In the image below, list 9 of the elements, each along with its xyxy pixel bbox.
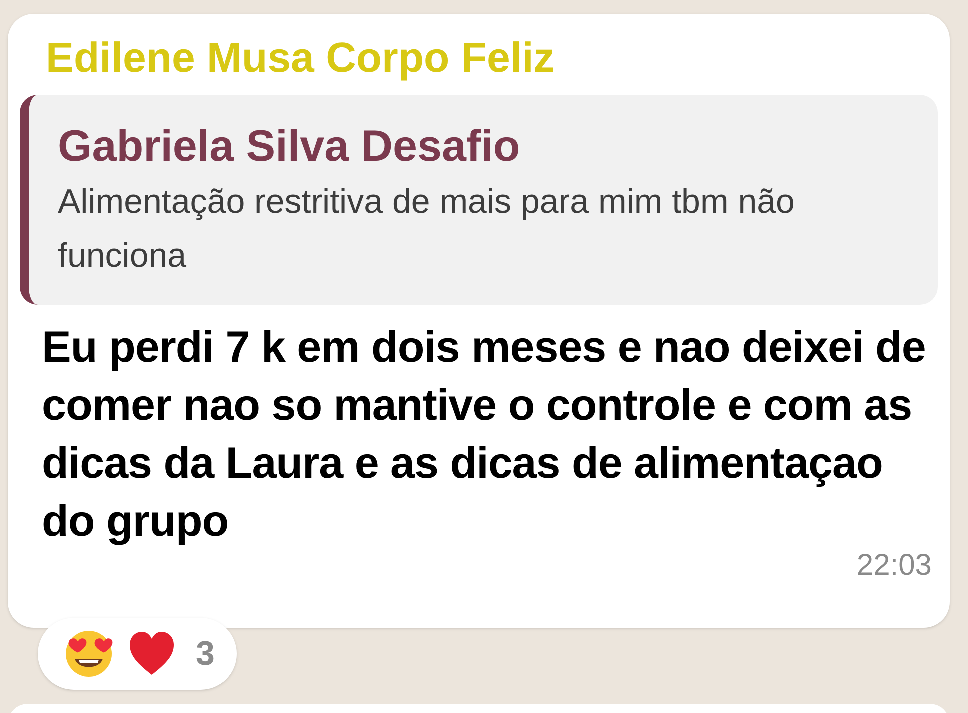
message-time: 22:03 <box>856 551 932 581</box>
heart-eyes-face-icon <box>64 629 114 679</box>
sender-name: Edilene Musa Corpo Feliz <box>45 36 556 80</box>
heart-icon <box>128 631 176 677</box>
quote-author: Gabriela Silva Desafio <box>58 125 522 169</box>
quoted-message[interactable]: Gabriela Silva Desafio Alimentação restritiva de mais para mim tbm não funciona <box>20 95 938 305</box>
message-text: Eu perdi 7 k em dois meses e nao deixei de comer nao so mantive o controle e com as dicas da Laura e as dicas de alimentaçao do grupo <box>42 322 927 548</box>
quote-text: Alimentação restritiva de mais para mim tbm não funciona <box>58 182 796 277</box>
reaction-count: 3 <box>196 634 215 674</box>
